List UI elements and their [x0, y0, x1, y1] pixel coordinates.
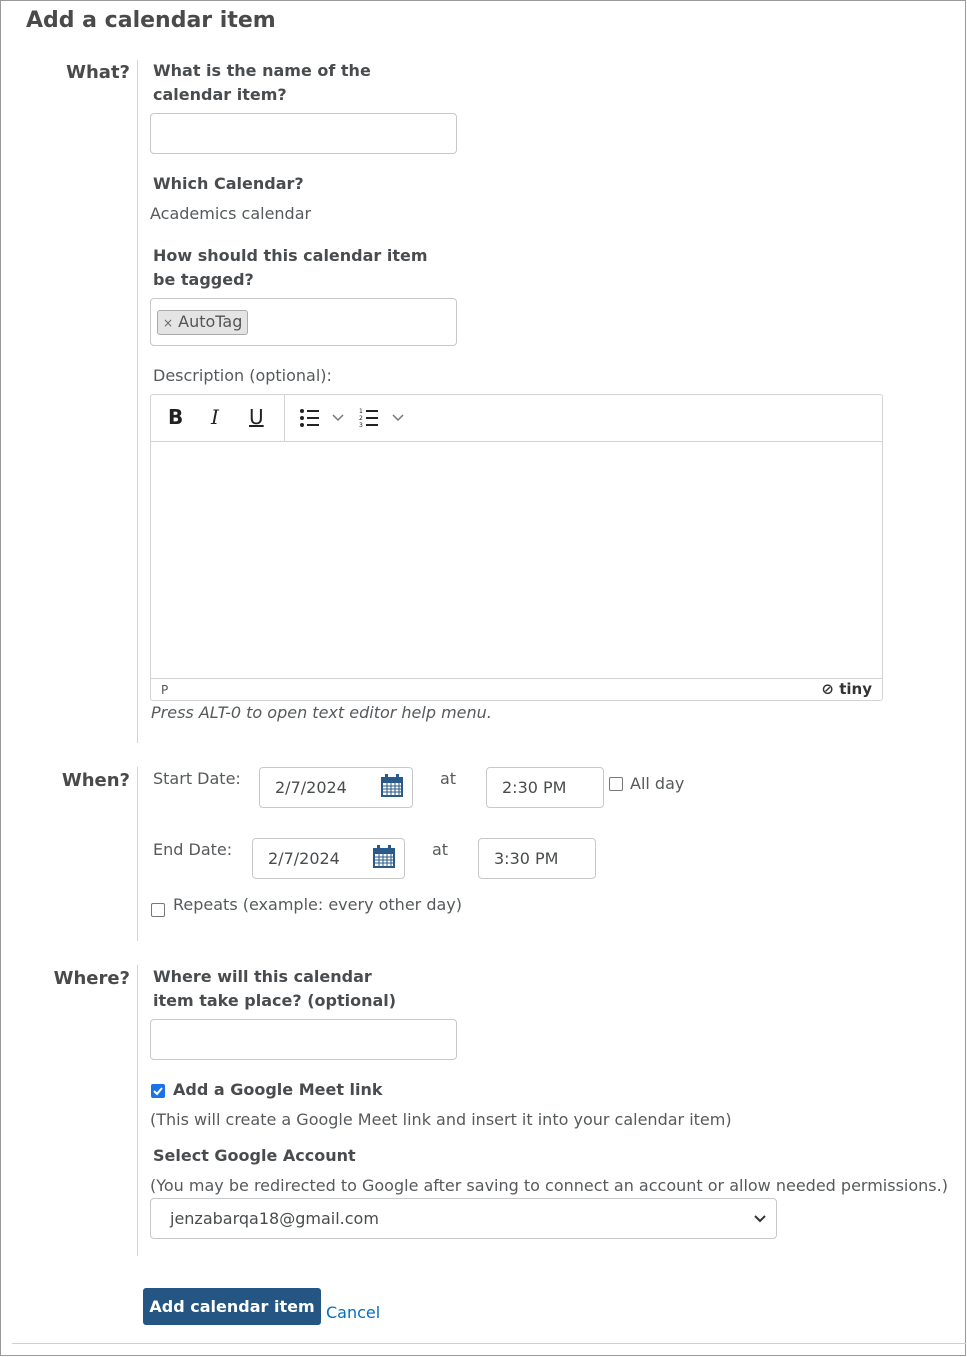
section-divider	[137, 60, 138, 743]
location-label: Where will this calendar item take place…	[153, 967, 397, 1010]
at-label: at	[440, 769, 457, 788]
end-date-label: End Date:	[153, 840, 233, 859]
section-when-heading: When?	[61, 770, 130, 791]
tag-chip: × AutoTag	[157, 309, 249, 335]
start-time-input[interactable]: 2:30 PM	[486, 767, 604, 808]
end-date-value: 2/7/2024	[268, 849, 340, 868]
rich-text-editor: B I U 123 P ⊘ tiny	[150, 394, 883, 701]
section-divider	[137, 767, 138, 941]
check-icon	[153, 1087, 163, 1096]
account-label: Select Google Account	[153, 1146, 356, 1165]
page-title: Add a calendar item	[26, 8, 276, 33]
all-day-checkbox[interactable]	[609, 777, 623, 791]
google-meet-note: (This will create a Google Meet link and…	[150, 1110, 732, 1129]
at-label: at	[432, 840, 449, 859]
calendar-label: Which Calendar?	[153, 174, 304, 193]
end-date-input[interactable]: 2/7/2024	[252, 838, 405, 879]
editor-help-text: Press ALT-0 to open text editor help men…	[151, 703, 492, 722]
tag-label: AutoTag	[178, 311, 243, 331]
chevron-down-icon	[754, 1215, 766, 1223]
divider	[12, 1343, 966, 1344]
svg-text:1: 1	[359, 408, 363, 415]
account-note: (You may be redirected to Google after s…	[150, 1176, 948, 1195]
underline-button[interactable]: U	[249, 405, 264, 429]
all-day-label: All day	[630, 774, 685, 793]
start-date-input[interactable]: 2/7/2024	[259, 767, 413, 808]
section-what-heading: What?	[66, 62, 130, 83]
calendar-icon[interactable]	[380, 774, 404, 798]
tag-input[interactable]: × AutoTag	[150, 298, 457, 346]
italic-button[interactable]: I	[211, 405, 219, 429]
location-input[interactable]	[150, 1019, 457, 1060]
start-date-value: 2/7/2024	[275, 778, 347, 797]
tag-remove-icon[interactable]: ×	[163, 316, 173, 330]
bullet-list-icon[interactable]	[299, 407, 355, 429]
svg-text:3: 3	[359, 422, 363, 429]
add-calendar-item-button[interactable]: Add calendar item	[143, 1288, 321, 1325]
google-meet-checkbox[interactable]	[151, 1084, 165, 1098]
calendar-icon[interactable]	[372, 845, 396, 869]
repeats-checkbox[interactable]	[151, 903, 165, 917]
editor-body[interactable]	[151, 442, 882, 679]
section-divider	[137, 965, 138, 1256]
bold-button[interactable]: B	[168, 405, 183, 429]
start-date-label: Start Date:	[153, 769, 241, 788]
editor-toolbar: B I U 123	[151, 395, 882, 442]
calendar-value: Academics calendar	[150, 204, 312, 223]
account-select-value: jenzabarqa18@gmail.com	[170, 1209, 379, 1228]
editor-path: P	[161, 683, 169, 697]
name-label: What is the name of the calendar item?	[153, 61, 371, 104]
svg-text:2: 2	[359, 415, 363, 422]
description-label: Description (optional):	[153, 366, 332, 385]
account-select[interactable]: jenzabarqa18@gmail.com	[150, 1198, 777, 1239]
tag-label: How should this calendar item be tagged?	[153, 246, 428, 289]
cancel-link[interactable]: Cancel	[326, 1303, 380, 1322]
toolbar-divider	[284, 395, 285, 441]
section-where-heading: Where?	[53, 968, 130, 989]
google-meet-label: Add a Google Meet link	[173, 1080, 383, 1099]
tiny-logo: ⊘ tiny	[821, 680, 872, 698]
end-time-input[interactable]: 3:30 PM	[478, 838, 596, 879]
name-input[interactable]	[150, 113, 457, 154]
repeats-label: Repeats (example: every other day)	[173, 895, 462, 914]
numbered-list-icon[interactable]: 123	[359, 407, 415, 429]
